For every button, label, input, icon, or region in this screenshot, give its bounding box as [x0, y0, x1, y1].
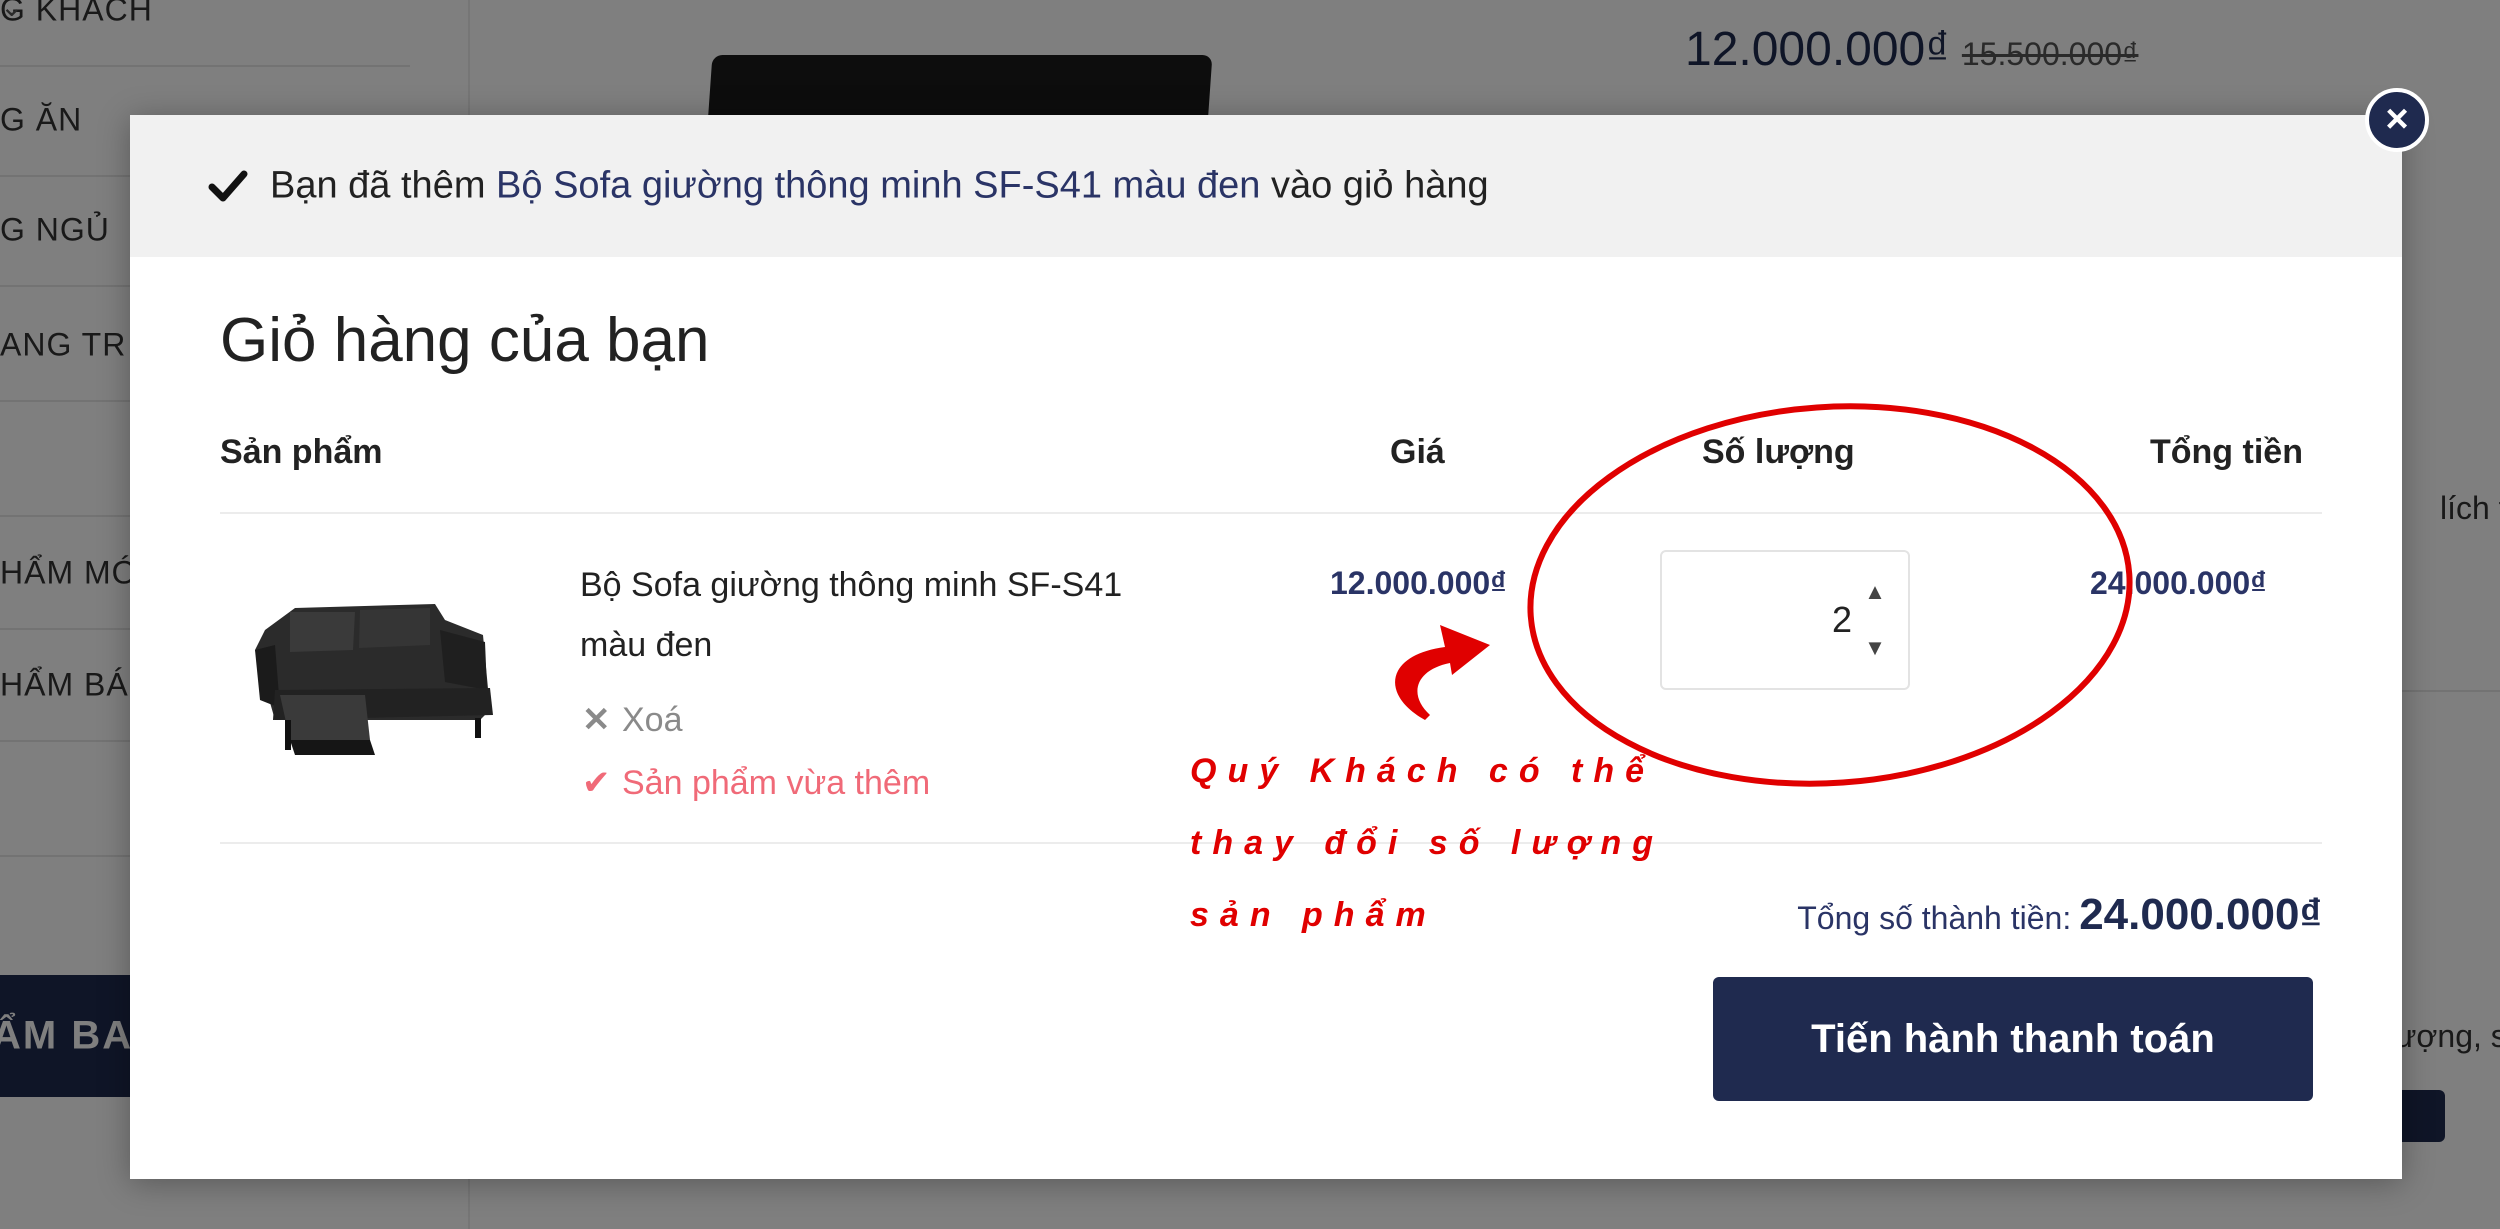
notice-product-link[interactable]: Bộ Sofa giường thông minh SF-S41 màu đen — [496, 165, 1260, 207]
added-notice: Bạn đã thêm Bộ Sofa giường thông minh SF… — [130, 115, 2402, 257]
notice-prefix: Bạn đã thêm — [270, 164, 486, 207]
grand-total-value: 24.000.000₫ — [2079, 890, 2322, 939]
checkout-button[interactable]: Tiến hành thanh toán — [1713, 977, 2313, 1101]
remove-item-button[interactable]: ✕ Xoá — [582, 700, 683, 740]
cart-item-name[interactable]: Bộ Sofa giường thông minh SF-S41 màu đen — [580, 555, 1180, 675]
annotation-line: thay đổi số lượng — [1190, 824, 1664, 862]
notice-text: Bạn đã thêm Bộ Sofa giường thông minh SF… — [270, 165, 1489, 208]
column-header-price: Giá — [1390, 433, 1445, 471]
check-icon: ✔ — [582, 764, 611, 802]
sofa-thumbnail[interactable] — [235, 590, 505, 765]
check-icon — [208, 170, 248, 202]
added-label: Sản phẩm vừa thêm — [622, 764, 931, 802]
notice-suffix: vào giỏ hàng — [1270, 164, 1489, 207]
column-header-product: Sản phẩm — [220, 433, 383, 471]
remove-label: Xoá — [622, 701, 683, 739]
annotation-line: sản phẩm — [1190, 896, 1437, 934]
grand-total: Tổng số thành tiền: 24.000.000₫ — [1797, 890, 2322, 940]
cart-item-price: 12.000.000₫ — [1330, 565, 1507, 601]
x-icon: ✕ — [582, 701, 611, 739]
cart-title: Giỏ hàng của bạn — [220, 306, 710, 375]
annotation-arrow-icon — [1395, 625, 1490, 720]
grand-total-label: Tổng số thành tiền: — [1797, 900, 2072, 936]
close-icon[interactable]: × — [2365, 88, 2429, 152]
recently-added-badge: ✔ Sản phẩm vừa thêm — [582, 763, 930, 803]
annotation-text: Quý Khách có thể thay đổi số lượng sản p… — [1190, 735, 1710, 951]
cart-modal: Bạn đã thêm Bộ Sofa giường thông minh SF… — [130, 115, 2402, 1179]
annotation-line: Quý Khách có thể — [1190, 752, 1656, 790]
